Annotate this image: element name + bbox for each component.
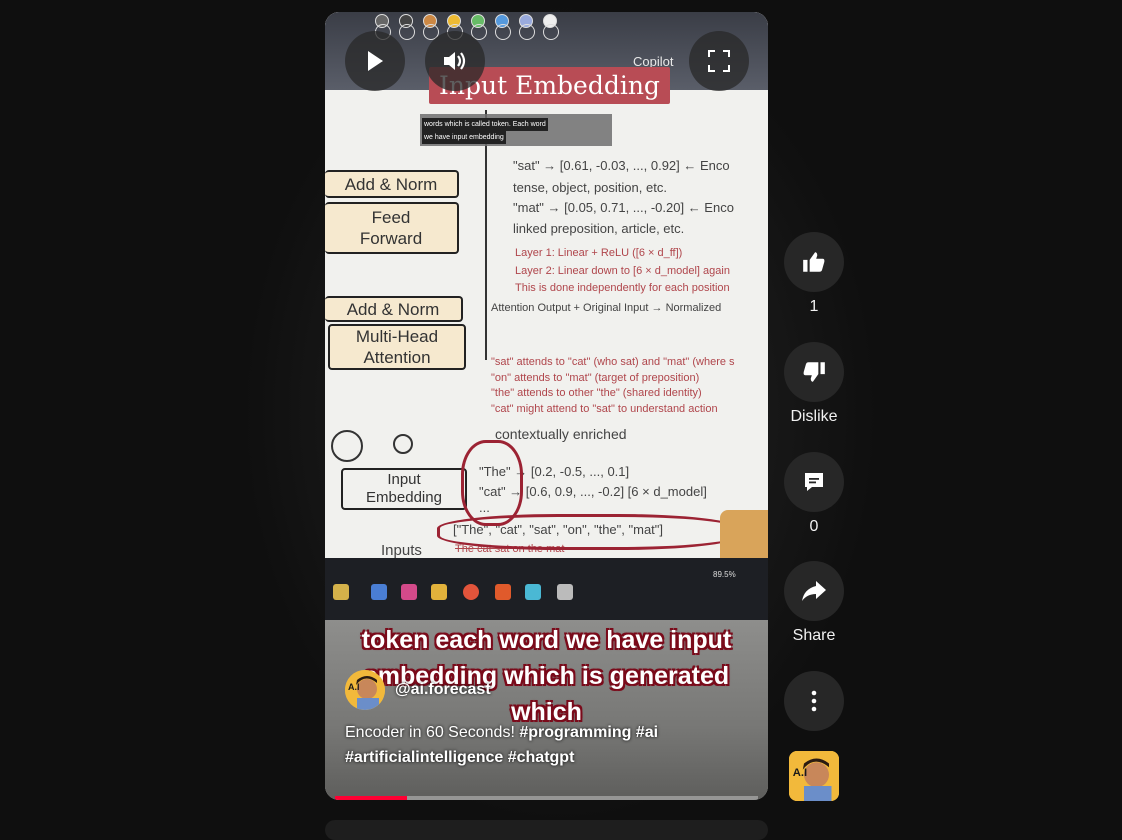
note-layer-note: This is done independently for each posi… [515, 282, 730, 294]
brave-icon [495, 584, 511, 600]
app-icon-3 [525, 584, 541, 600]
sound-source-thumbnail[interactable]: A.I [789, 751, 839, 801]
fullscreen-icon [708, 50, 730, 72]
thumbs-down-icon [803, 362, 825, 382]
like-count: 1 [809, 298, 819, 315]
red-ink-circle-1 [461, 440, 523, 526]
hashtags-2[interactable]: #artificialintelligence #chatgpt [345, 749, 574, 766]
next-short-card[interactable] [325, 820, 768, 840]
feed-forward-block: Feed Forward [325, 202, 459, 254]
feed-forward-label-1: Feed [371, 208, 411, 227]
bracket-line [475, 110, 487, 360]
share-label: Share [792, 627, 836, 644]
note-tense: tense, object, position, etc. [513, 180, 667, 195]
subtitle-line-1: token each word we have input [361, 626, 732, 654]
svg-text:A.I: A.I [348, 682, 360, 692]
note-contextual: contextually enriched [495, 426, 627, 442]
volume-button[interactable] [425, 31, 485, 91]
app-icon-1 [371, 584, 387, 600]
mha-label-2: Attention [363, 348, 431, 367]
channel-avatar[interactable]: A.I [345, 670, 385, 710]
note-mat: "mat" → [0.05, 0.71, ..., -0.20] ← Enco [513, 200, 734, 215]
burned-caption-line-2: we have input embedding [422, 131, 506, 144]
note-attends-3: "the" attends to other "the" (shared ide… [491, 387, 702, 399]
cat-image [720, 510, 768, 558]
more-action[interactable] [784, 671, 844, 731]
like-button[interactable] [784, 232, 844, 292]
zoom-level: 89.5% [713, 570, 736, 579]
video-title-text: Encoder in 60 Seconds! [345, 724, 520, 741]
video-title[interactable]: Encoder in 60 Seconds! #programming #ai … [345, 720, 745, 770]
multi-head-attention-block: Multi-Head Attention [328, 324, 466, 370]
burned-caption-line-1: words which is called token. Each word [422, 118, 548, 131]
hashtags-1[interactable]: #programming #ai [519, 724, 658, 741]
play-button[interactable] [345, 31, 405, 91]
more-vertical-icon [811, 690, 817, 712]
note-linked: linked preposition, article, etc. [513, 221, 685, 236]
note-layer1: Layer 1: Linear + ReLU ([6 × d_ff]) [515, 247, 683, 259]
add-norm-mid-block: Add & Norm [325, 296, 463, 322]
svg-text:A.I: A.I [793, 767, 807, 779]
comment-action[interactable]: 0 [784, 452, 844, 536]
comment-count: 0 [809, 518, 819, 535]
comment-icon [805, 473, 823, 491]
note-layer2: Layer 2: Linear down to [6 × d_model] ag… [515, 265, 730, 277]
plus-circle [393, 434, 413, 454]
progress-fill [335, 796, 407, 800]
input-embedding-label-2: Embedding [366, 489, 442, 506]
input-embedding-block: Input Embedding [341, 468, 467, 510]
avatar-illustration-icon: A.I [345, 670, 385, 710]
channel-name[interactable]: @ai.forecast [395, 681, 491, 699]
share-action[interactable]: Share [784, 561, 844, 645]
widget-icon [333, 584, 349, 600]
burned-caption: words which is called token. Each word w… [420, 114, 612, 146]
input-embedding-label-1: Input [387, 471, 421, 488]
dislike-action[interactable]: Dislike [784, 342, 844, 426]
like-action[interactable]: 1 [784, 232, 844, 316]
whiteboard: Add & Norm Feed Forward Add & Norm Multi… [325, 90, 768, 559]
fullscreen-button[interactable] [689, 31, 749, 91]
dislike-button[interactable] [784, 342, 844, 402]
share-arrow-icon [802, 581, 826, 601]
windows-taskbar: 89.5% [325, 558, 768, 620]
note-attends-2: "on" attends to "mat" (target of preposi… [491, 372, 700, 384]
play-icon [368, 51, 383, 71]
app-icon-2 [401, 584, 417, 600]
note-attn-output: Attention Output + Original Input → Norm… [491, 302, 722, 314]
shorts-player[interactable]: Copilot Add & Norm Feed Forward Add & No… [325, 12, 768, 800]
thumbnail-illustration-icon: A.I [789, 751, 839, 801]
volume-icon [444, 52, 466, 70]
channel-row[interactable]: A.I @ai.forecast [345, 670, 491, 710]
add-norm-top-block: Add & Norm [325, 170, 459, 198]
folder-icon [431, 584, 447, 600]
note-sat: "sat" → [0.61, -0.03, ..., 0.92] ← Enco [513, 158, 730, 173]
app-icon-4 [557, 584, 573, 600]
share-button[interactable] [784, 561, 844, 621]
dislike-label: Dislike [790, 408, 838, 425]
add-norm-mid-label: Add & Norm [346, 299, 440, 319]
more-options-button[interactable] [784, 671, 844, 731]
progress-bar[interactable] [335, 796, 758, 800]
red-ink-circle-2 [437, 514, 739, 550]
chrome-icon [463, 584, 479, 600]
note-attends-4: "cat" might attend to "sat" to understan… [491, 403, 718, 415]
mha-label-1: Multi-Head [355, 327, 439, 346]
feed-forward-label-2: Forward [359, 229, 423, 248]
inputs-label: Inputs [381, 542, 422, 559]
positional-circle [331, 430, 363, 462]
add-norm-top-label: Add & Norm [344, 174, 438, 194]
note-attends-1: "sat" attends to "cat" (who sat) and "ma… [491, 356, 735, 368]
comment-button[interactable] [784, 452, 844, 512]
thumbs-up-icon [803, 252, 825, 272]
